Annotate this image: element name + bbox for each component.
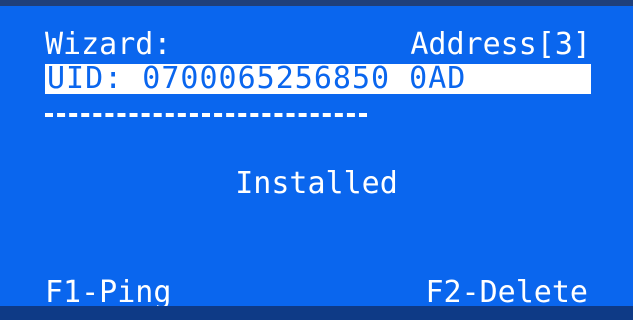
f1-ping-softkey[interactable]: F1-Ping	[45, 278, 171, 308]
dashed-separator	[45, 113, 367, 117]
screen-bezel-bottom	[0, 306, 633, 320]
lcd-screen: Wizard: Address[3] UID: 0700065256850 0A…	[0, 0, 633, 320]
f2-delete-softkey[interactable]: F2-Delete	[425, 278, 588, 308]
uid-highlighted-row[interactable]: UID: 0700065256850 0AD	[45, 64, 591, 94]
screen-bezel-top	[0, 0, 633, 6]
address-label: Address[3]	[410, 27, 591, 62]
status-text: Installed	[235, 166, 398, 201]
wizard-title: Wizard:	[45, 27, 172, 62]
header-row: Wizard: Address[3]	[45, 30, 591, 60]
